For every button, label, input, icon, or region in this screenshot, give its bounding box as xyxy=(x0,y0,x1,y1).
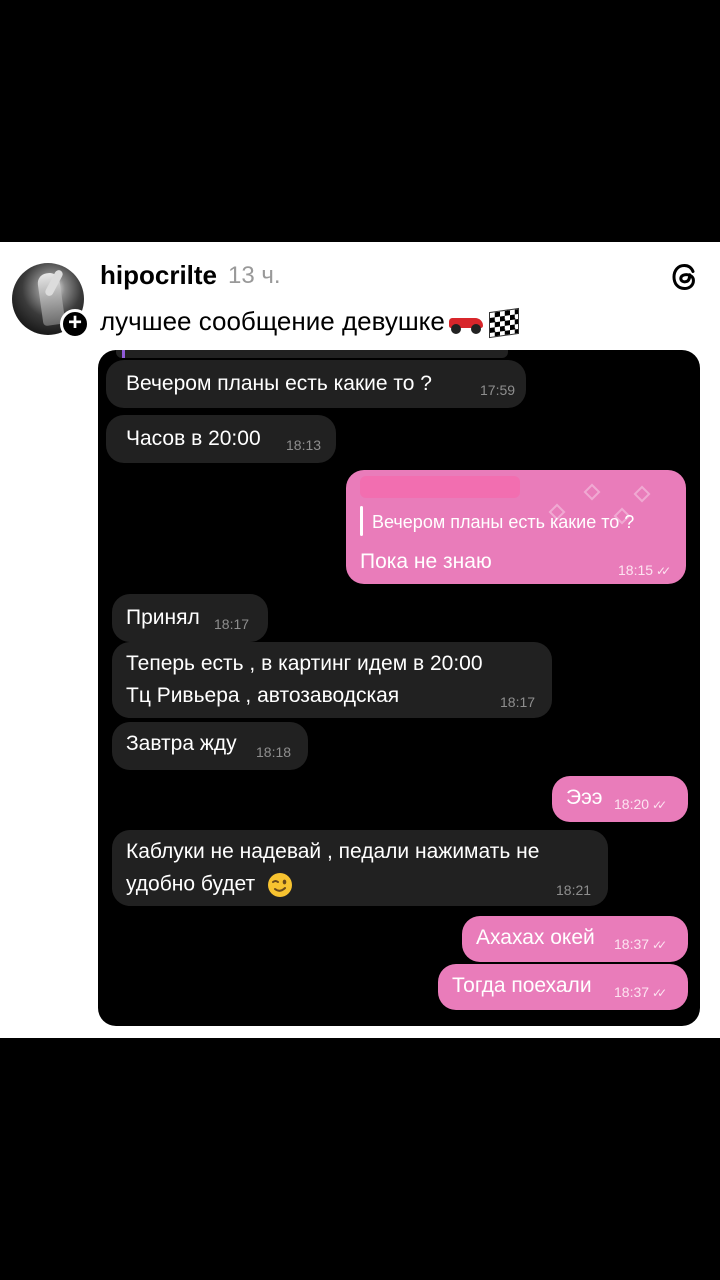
message-text: Вечером планы есть какие то ? xyxy=(126,372,432,395)
message-text: Каблуки не надевай , педали нажимать не xyxy=(126,840,540,863)
message-incoming: Часов в 20:00 18:13 xyxy=(106,415,336,463)
message-outgoing: Эээ 18:20 ✓✓ xyxy=(552,776,688,822)
message-incoming: Каблуки не надевай , педали нажимать не … xyxy=(112,830,608,906)
message-text: Эээ xyxy=(566,786,603,809)
threads-logo-icon[interactable] xyxy=(668,260,702,294)
message-time: 18:18 xyxy=(256,744,292,760)
message-time-text: 18:37 xyxy=(614,984,650,1000)
cut-off-message xyxy=(116,350,508,358)
message-time-text: 18:15 xyxy=(618,562,654,578)
racing-car-icon xyxy=(447,312,485,335)
message-text: Завтра жду xyxy=(126,732,237,755)
follow-plus-icon[interactable]: + xyxy=(60,309,90,339)
message-incoming: Завтра жду 18:18 xyxy=(112,722,308,770)
message-outgoing-reply: Вечером планы есть какие то ? Пока не зн… xyxy=(346,470,686,584)
message-text: Теперь есть , в картинг идем в 20:00 xyxy=(126,652,483,675)
post-caption: лучшее сообщение девушке xyxy=(100,306,519,339)
message-time: 18:15 ✓✓ xyxy=(618,562,671,578)
message-text: Часов в 20:00 xyxy=(126,427,261,450)
threads-post: + hipocrilte 13 ч. лучшее сообщение деву… xyxy=(0,242,720,1038)
message-time-text: 18:37 xyxy=(614,936,650,952)
message-incoming: Теперь есть , в картинг идем в 20:00 Тц … xyxy=(112,642,552,718)
winking-face-icon xyxy=(267,873,292,897)
message-time: 17:59 xyxy=(480,382,516,398)
redacted-name xyxy=(360,476,520,498)
message-time-text: 18:20 xyxy=(614,796,650,812)
message-text: удобно будет xyxy=(126,872,293,898)
message-time: 18:13 xyxy=(286,437,322,453)
double-check-icon: ✓✓ xyxy=(652,798,667,812)
diamond-pattern xyxy=(633,485,651,503)
post-username[interactable]: hipocrilte xyxy=(100,260,217,291)
message-text: Тц Ривьера , автозаводская xyxy=(126,684,400,707)
message-time: 18:20 ✓✓ xyxy=(614,796,667,812)
message-text-part: удобно будет xyxy=(126,872,256,896)
message-text: Принял xyxy=(126,606,200,629)
message-outgoing: Тогда поехали 18:37 ✓✓ xyxy=(438,964,688,1010)
double-check-icon: ✓✓ xyxy=(652,938,667,952)
message-incoming: Принял 18:17 xyxy=(112,594,268,642)
double-check-icon: ✓✓ xyxy=(652,986,667,1000)
double-check-icon: ✓✓ xyxy=(656,564,671,578)
post-time: 13 ч. xyxy=(228,262,281,289)
checkered-flag-icon xyxy=(488,308,519,339)
message-time: 18:37 ✓✓ xyxy=(614,936,667,952)
avatar-container[interactable]: + xyxy=(12,263,90,341)
diamond-pattern xyxy=(583,483,601,501)
message-text: Ахахах окей xyxy=(476,926,595,949)
reply-quote-bar xyxy=(360,506,363,536)
message-time: 18:21 xyxy=(556,882,592,898)
caption-text: лучшее сообщение девушке xyxy=(100,306,445,336)
chat-screenshot: Вечером планы есть какие то ? 17:59 Часо… xyxy=(98,350,700,1026)
message-time: 18:37 ✓✓ xyxy=(614,984,667,1000)
message-incoming: Вечером планы есть какие то ? 17:59 xyxy=(106,360,526,408)
message-text: Тогда поехали xyxy=(452,974,592,997)
message-time: 18:17 xyxy=(500,694,536,710)
message-text: Пока не знаю xyxy=(360,550,492,573)
message-time: 18:17 xyxy=(214,616,250,632)
message-outgoing: Ахахах окей 18:37 ✓✓ xyxy=(462,916,688,962)
reply-quote-text[interactable]: Вечером планы есть какие то ? xyxy=(372,512,634,533)
